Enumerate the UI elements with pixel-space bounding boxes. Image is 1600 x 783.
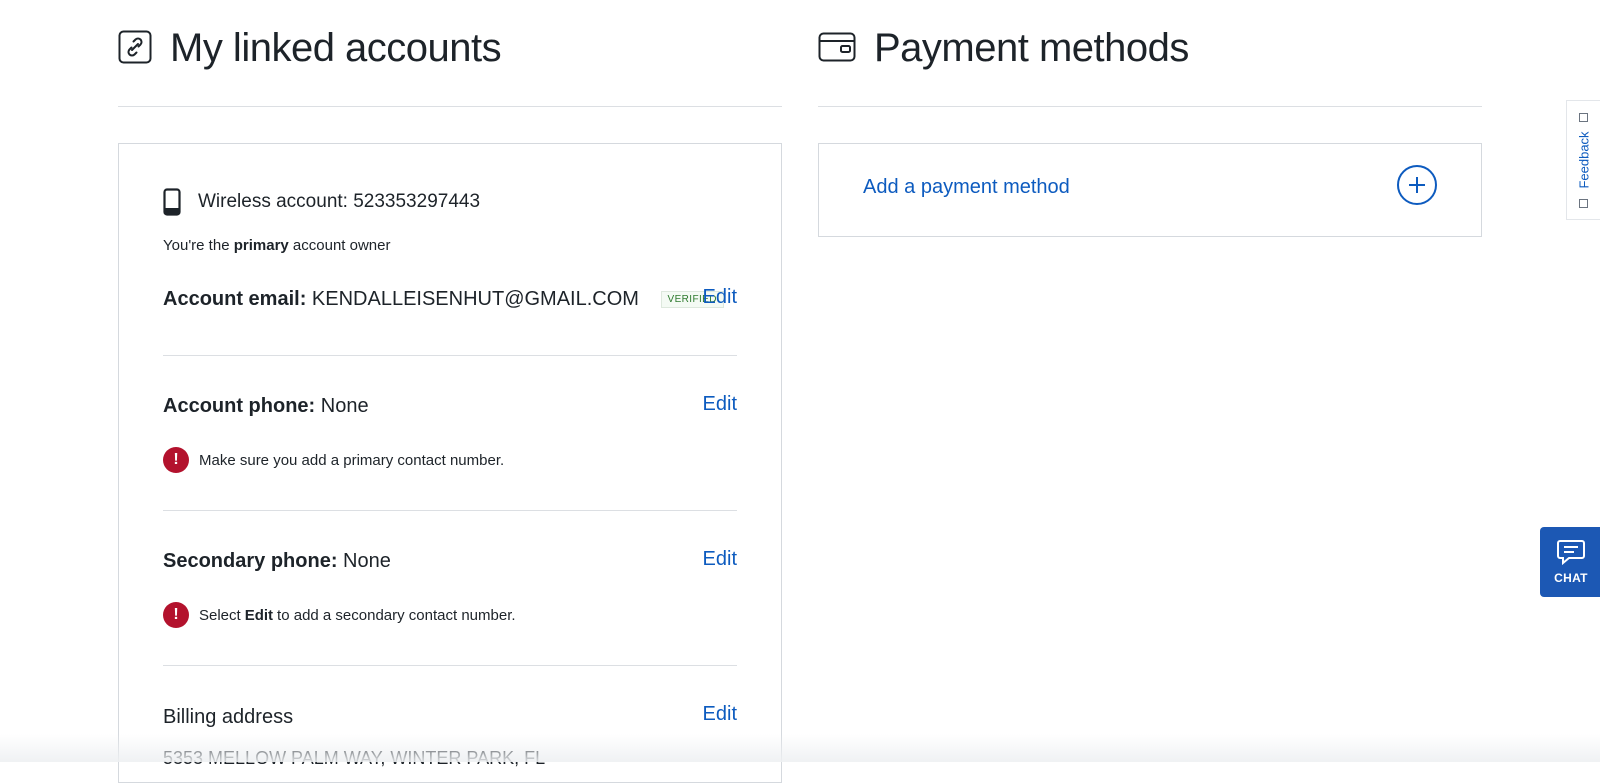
account-number-title: Wireless account: 523353297443: [198, 191, 481, 212]
owner-suffix: account owner: [292, 237, 391, 254]
account-email-label: Account email:: [163, 288, 307, 310]
external-link-icon: [1579, 113, 1588, 122]
secondary-phone-value: None: [343, 550, 391, 572]
link-icon: [118, 30, 152, 64]
divider: [163, 355, 737, 356]
chat-bubble-icon: [1557, 540, 1585, 566]
feedback-icon: [1579, 199, 1588, 208]
edit-billing-address-button[interactable]: Edit: [703, 703, 737, 726]
billing-address-label: Billing address: [163, 706, 294, 728]
payment-methods-title: Payment methods: [874, 26, 1189, 70]
edit-secondary-phone-button[interactable]: Edit: [703, 548, 737, 571]
chat-label: CHAT: [1554, 571, 1588, 585]
secondary-phone-warning: ! Select Edit to add a secondary contact…: [163, 602, 516, 628]
owner-role: primary: [233, 237, 289, 254]
account-header: Wireless account: 523353297443: [163, 188, 480, 216]
linked-accounts-section: My linked accounts Wireless account: 523…: [118, 0, 782, 783]
error-icon: !: [163, 447, 189, 473]
phone-warning-text: Make sure you add a primary contact numb…: [199, 451, 505, 469]
add-payment-card[interactable]: Add a payment method: [818, 143, 1482, 237]
divider: [163, 510, 737, 511]
mobile-phone-icon: [163, 188, 181, 216]
account-email-value: KENDALLEISENHUT@GMAIL.COM: [311, 288, 639, 310]
feedback-tab[interactable]: Feedback: [1566, 100, 1600, 220]
chat-button[interactable]: CHAT: [1540, 527, 1600, 597]
owner-status: You're the primary account owner: [163, 237, 390, 254]
linked-accounts-title: My linked accounts: [170, 26, 502, 70]
plus-circle-icon[interactable]: [1397, 165, 1437, 205]
account-phone-label: Account phone:: [163, 395, 316, 417]
feedback-label: Feedback: [1576, 131, 1591, 189]
add-payment-method-link[interactable]: Add a payment method: [863, 176, 1070, 199]
edit-phone-button[interactable]: Edit: [703, 393, 737, 416]
secondary-warning-bold: Edit: [244, 606, 274, 624]
secondary-warning-suffix: to add a secondary contact number.: [277, 606, 516, 624]
linked-accounts-header: My linked accounts: [118, 0, 782, 107]
secondary-phone-label: Secondary phone:: [163, 550, 338, 572]
billing-address-value: 5353 MELLOW PALM WAY, WINTER PARK, FL: [163, 748, 546, 768]
owner-prefix: You're the: [163, 237, 230, 254]
secondary-warning-prefix: Select: [199, 606, 241, 624]
payment-methods-section: Payment methods Add a payment method: [818, 0, 1482, 237]
payment-methods-header: Payment methods: [818, 0, 1482, 107]
wireless-account-card: Wireless account: 523353297443 You're th…: [118, 143, 782, 783]
phone-warning: ! Make sure you add a primary contact nu…: [163, 447, 504, 473]
divider: [163, 665, 737, 666]
account-phone-value: None: [320, 395, 369, 417]
error-icon: !: [163, 602, 189, 628]
edit-email-button[interactable]: Edit: [703, 286, 737, 309]
wallet-icon: [818, 32, 856, 62]
